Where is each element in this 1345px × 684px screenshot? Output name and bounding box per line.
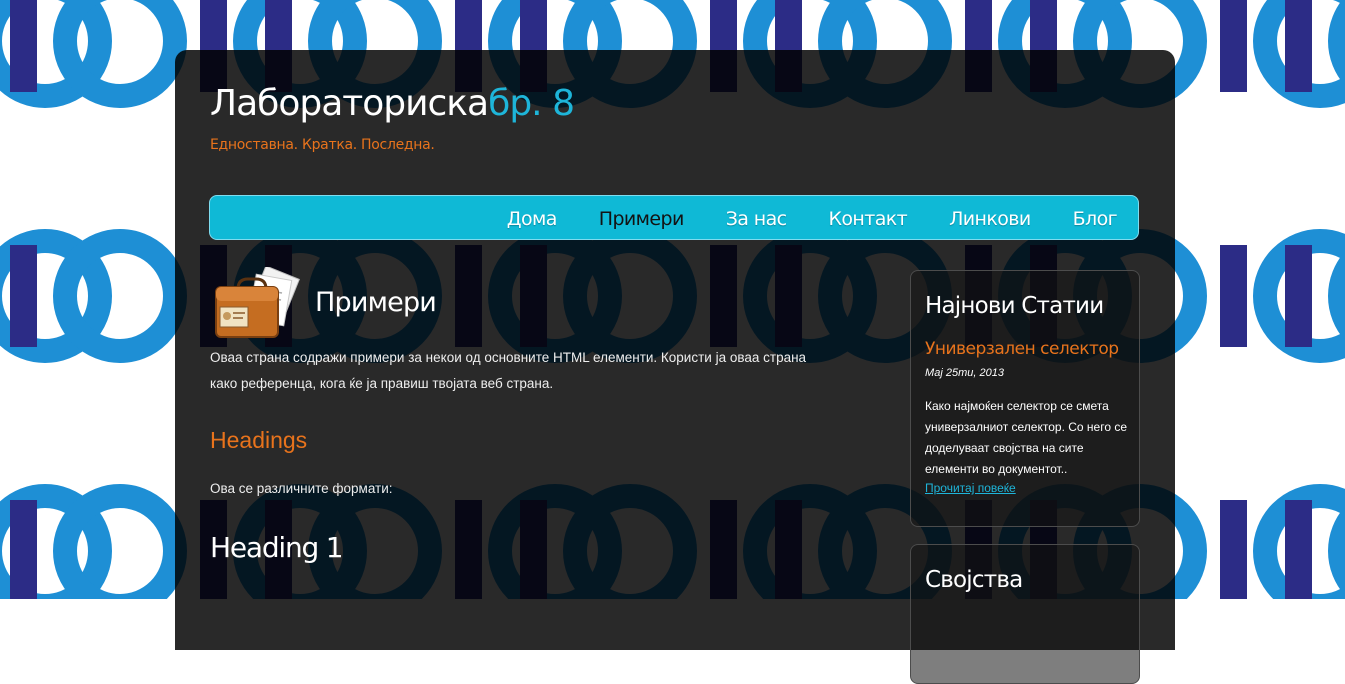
nav-item-links[interactable]: Линкови <box>949 208 1031 230</box>
article-title[interactable]: Универзален селектор <box>925 339 1119 359</box>
site-tagline: Едноставна. Кратка. Последна. <box>210 137 435 153</box>
read-more-link[interactable]: Прочитај повеќе <box>925 481 1016 495</box>
nav-item-blog[interactable]: Блог <box>1073 208 1118 230</box>
page-wrapper: Лабораторискабр. 8 Едноставна. Кратка. П… <box>175 50 1175 684</box>
latest-articles-box: Најнови Статии Универзален селектор Мај … <box>910 270 1140 527</box>
site-title-main: Лабораториска <box>210 83 489 124</box>
latest-articles-title: Најнови Статии <box>925 293 1104 319</box>
formats-paragraph: Ова се различните формати: <box>210 481 393 496</box>
intro-paragraph: Оваа страна содражи примери за некои од … <box>210 350 807 391</box>
heading-1-example: Heading 1 <box>210 531 344 564</box>
article-excerpt: Како најмоќен селектор се смета универза… <box>925 399 1128 476</box>
site-title-accent: бр. 8 <box>488 83 575 124</box>
site-title[interactable]: Лабораторискабр. 8 <box>210 83 575 124</box>
nav-item-about[interactable]: За нас <box>726 208 787 230</box>
nav-item-examples[interactable]: Примери <box>599 208 685 230</box>
properties-box: Својства <box>910 544 1140 684</box>
page-title: Примери <box>315 287 437 318</box>
nav-item-home[interactable]: Дома <box>507 208 558 230</box>
main-navigation: Дома Примери За нас Контакт Линкови Блог <box>209 195 1139 240</box>
nav-item-contact[interactable]: Контакт <box>829 208 908 230</box>
properties-title: Својства <box>925 567 1023 593</box>
briefcase-icon <box>215 267 300 338</box>
headings-section-title: Headings <box>210 427 308 453</box>
article-date: Мај 25ти, 2013 <box>925 367 1005 379</box>
